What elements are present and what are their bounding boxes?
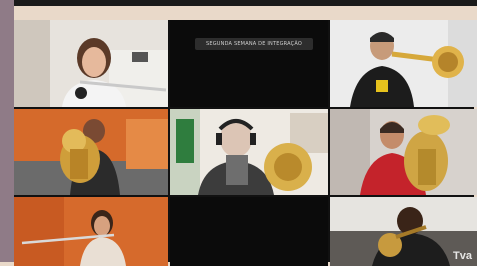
tile-brass-player[interactable]: Tva <box>330 197 477 266</box>
video-grid: SEGUNDA SEMANA DE INTEGRAÇÃO Tva <box>14 20 477 266</box>
tile-tuba-player[interactable] <box>330 109 477 195</box>
tile-screen-share[interactable]: SEGUNDA SEMANA DE INTEGRAÇÃO <box>170 20 328 107</box>
video-call-window: SEGUNDA SEMANA DE INTEGRAÇÃO Tva <box>14 20 477 266</box>
corner-badge: Tva <box>453 250 472 262</box>
tile-empty[interactable] <box>170 197 328 266</box>
window-left-strip <box>0 0 14 262</box>
tile-trumpet-player[interactable] <box>330 20 477 107</box>
screen-share-caption: SEGUNDA SEMANA DE INTEGRAÇÃO <box>195 38 313 50</box>
tile-horn-player[interactable] <box>170 109 328 195</box>
tile-flute-player-2[interactable] <box>14 197 168 266</box>
tile-flute-player[interactable] <box>14 20 168 107</box>
tile-euphonium-player[interactable] <box>14 109 168 195</box>
window-top-strip <box>10 0 477 6</box>
